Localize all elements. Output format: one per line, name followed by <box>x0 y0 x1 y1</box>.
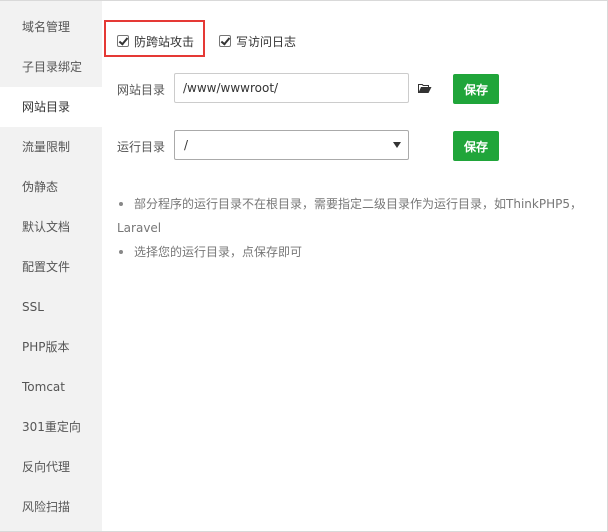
anti-xss-option[interactable]: 防跨站攻击 <box>117 33 194 49</box>
sidebar: 域名管理 子目录绑定 网站目录 流量限制 伪静态 默认文档 配置文件 SSL P… <box>0 1 102 531</box>
anti-xss-checkbox[interactable] <box>117 35 129 47</box>
sidebar-item-redirect[interactable]: 301重定向 <box>0 407 102 447</box>
sidebar-item-domain[interactable]: 域名管理 <box>0 7 102 47</box>
sidebar-item-php-version[interactable]: PHP版本 <box>0 327 102 367</box>
run-dir-label: 运行目录 <box>117 140 166 154</box>
tip-text-1: 部分程序的运行目录不在根目录，需要指定二级目录作为运行目录，如ThinkPHP5… <box>134 197 582 211</box>
tip-item: 选择您的运行目录，点保存即可 <box>117 240 592 264</box>
tip-text-2: 选择您的运行目录，点保存即可 <box>134 245 303 259</box>
bullet-icon <box>119 250 123 254</box>
chevron-down-icon <box>393 142 401 148</box>
sidebar-item-reverse-proxy[interactable]: 反向代理 <box>0 447 102 487</box>
sidebar-item-rewrite[interactable]: 伪静态 <box>0 167 102 207</box>
run-dir-select[interactable]: / <box>174 130 409 160</box>
run-dir-save-button[interactable]: 保存 <box>453 131 499 161</box>
sidebar-item-default-doc[interactable]: 默认文档 <box>0 207 102 247</box>
tip-text-1-cont: Laravel <box>117 221 162 235</box>
sidebar-item-config-file[interactable]: 配置文件 <box>0 247 102 287</box>
site-dir-input[interactable] <box>174 73 409 103</box>
sidebar-item-ssl[interactable]: SSL <box>0 287 102 327</box>
access-log-label: 写访问日志 <box>236 34 297 49</box>
site-dir-label: 网站目录 <box>117 83 166 97</box>
site-dir-save-button[interactable]: 保存 <box>453 74 499 104</box>
tips-list: 部分程序的运行目录不在根目录，需要指定二级目录作为运行目录，如ThinkPHP5… <box>117 192 592 264</box>
sidebar-item-subdir[interactable]: 子目录绑定 <box>0 47 102 87</box>
access-log-option[interactable]: 写访问日志 <box>219 33 296 49</box>
folder-open-icon[interactable] <box>417 82 432 94</box>
run-dir-selected-value: / <box>184 138 189 152</box>
sidebar-item-site-dir[interactable]: 网站目录 <box>0 87 102 127</box>
access-log-checkbox[interactable] <box>219 35 231 47</box>
sidebar-item-risk-scan[interactable]: 风险扫描 <box>0 487 102 527</box>
tip-item: 部分程序的运行目录不在根目录，需要指定二级目录作为运行目录，如ThinkPHP5… <box>117 192 592 240</box>
anti-xss-label: 防跨站攻击 <box>134 34 195 49</box>
bullet-icon <box>119 202 123 206</box>
sidebar-item-tomcat[interactable]: Tomcat <box>0 367 102 407</box>
sidebar-item-traffic-limit[interactable]: 流量限制 <box>0 127 102 167</box>
